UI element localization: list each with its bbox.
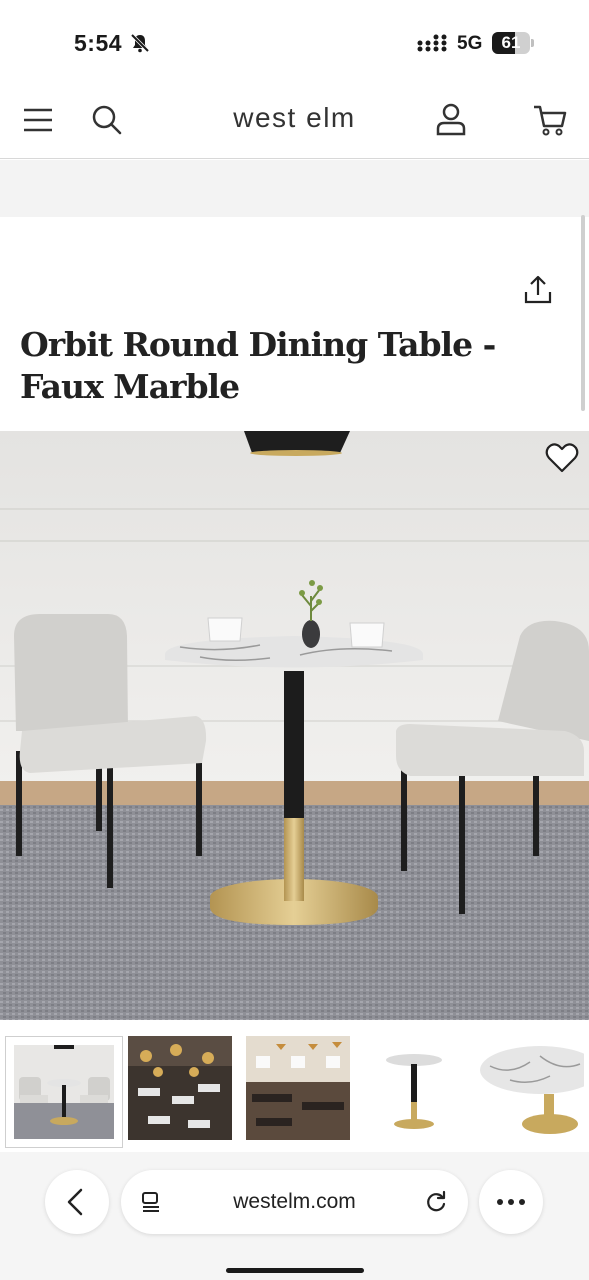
back-icon	[67, 1188, 83, 1216]
more-icon	[497, 1199, 525, 1205]
more-button[interactable]	[479, 1170, 543, 1234]
banner-placeholder	[0, 160, 589, 217]
reload-icon[interactable]	[423, 1189, 449, 1215]
scrollbar[interactable]	[581, 215, 585, 411]
thumbnail-restaurant-interior-1[interactable]	[128, 1036, 246, 1148]
thumbnail-table-silo[interactable]	[362, 1036, 480, 1148]
status-time: 5:54	[74, 30, 123, 56]
product-title: Orbit Round Dining Table - Faux Marble	[20, 325, 496, 406]
signal-icon	[417, 34, 447, 52]
site-header: west elm	[0, 88, 589, 159]
thumbnail-table-with-chairs[interactable]	[5, 1036, 123, 1148]
network-label: 5G	[457, 33, 483, 54]
product-image[interactable]	[0, 431, 589, 1020]
brand-logo[interactable]: west elm	[0, 102, 589, 134]
thumbnail-restaurant-interior-2[interactable]	[246, 1036, 364, 1148]
thumbnail-marble-top-closeup[interactable]	[480, 1036, 589, 1148]
product-title-area: Orbit Round Dining Table - Faux Marble	[0, 217, 589, 431]
bell-muted-icon	[130, 33, 150, 53]
heart-icon[interactable]	[544, 440, 580, 476]
home-indicator[interactable]	[226, 1268, 364, 1273]
battery-percentage: 61	[501, 33, 521, 52]
browser-toolbar: westelm.com	[0, 1152, 589, 1280]
back-button[interactable]	[45, 1170, 109, 1234]
product-photo	[0, 431, 589, 1020]
battery-icon: 61	[492, 32, 534, 54]
account-icon[interactable]	[433, 102, 469, 138]
url-text[interactable]: westelm.com	[121, 1190, 468, 1214]
thumbnail-strip[interactable]	[0, 1020, 589, 1152]
cart-icon[interactable]	[532, 102, 568, 138]
address-bar[interactable]: westelm.com	[121, 1170, 468, 1234]
status-bar: 5:54 5G 61	[0, 0, 589, 88]
share-icon[interactable]	[521, 273, 555, 307]
